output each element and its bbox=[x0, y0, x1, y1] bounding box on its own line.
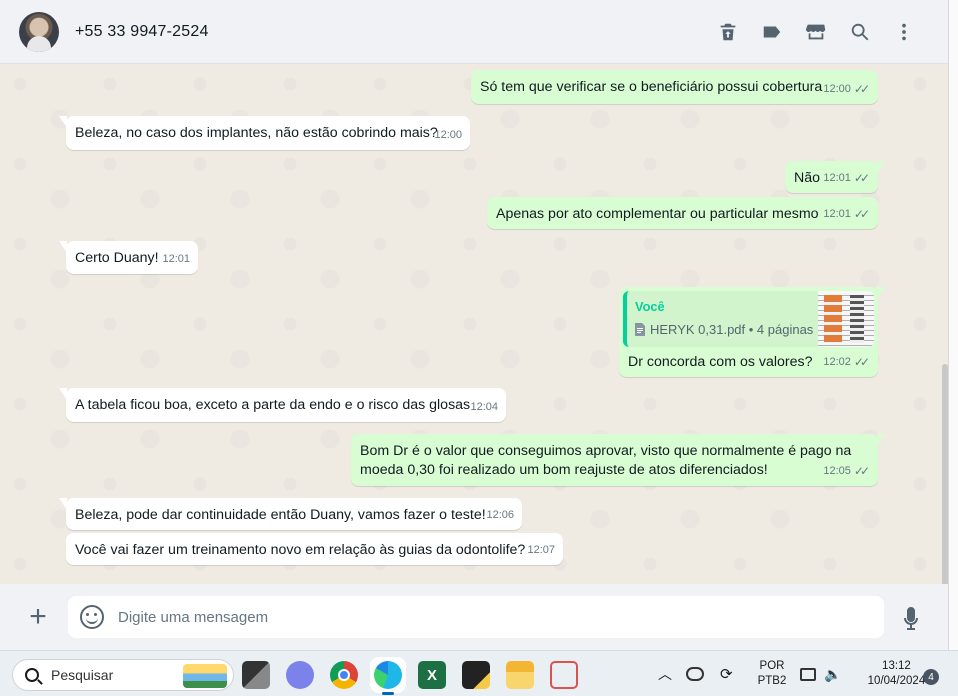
message-meta: 12:01 ✓✓ bbox=[823, 169, 870, 188]
read-receipt-icon: ✓✓ bbox=[853, 82, 870, 96]
snipping-tool-icon[interactable] bbox=[550, 661, 578, 689]
message-composer: + bbox=[0, 584, 948, 650]
message-input[interactable] bbox=[118, 608, 818, 626]
notification-badge[interactable]: 4 bbox=[923, 669, 939, 685]
message-text: Dr concorda com os valores? bbox=[628, 354, 813, 370]
document-thumbnail bbox=[818, 291, 874, 347]
trash-button[interactable] bbox=[706, 12, 750, 52]
contact-avatar[interactable] bbox=[19, 11, 59, 52]
message-text: Beleza, no caso dos implantes, não estão… bbox=[75, 125, 438, 141]
language-code: POR bbox=[759, 660, 785, 672]
more-options-button[interactable] bbox=[882, 12, 926, 52]
read-receipt-icon: ✓✓ bbox=[853, 464, 870, 478]
message-text: Apenas por ato complementar ou particula… bbox=[496, 206, 819, 222]
message-text: Certo Duany! bbox=[75, 250, 159, 266]
chrome-icon[interactable] bbox=[330, 661, 358, 689]
input-language[interactable]: POR PTB2 bbox=[750, 659, 794, 689]
message-time: 12:00 bbox=[823, 83, 851, 95]
chevron-up-icon[interactable]: ︿ bbox=[656, 664, 674, 684]
message-meta: 12:00 ✓✓ bbox=[823, 80, 870, 99]
message-text: Você vai fazer um treinamento novo em re… bbox=[75, 542, 526, 558]
trash-icon bbox=[720, 23, 736, 41]
search-icon bbox=[25, 668, 39, 682]
excel-icon[interactable]: X bbox=[418, 661, 446, 689]
message-bubble-incoming[interactable]: Você vai fazer um treinamento novo em re… bbox=[66, 533, 563, 565]
windows-taskbar: Pesquisar X ︿ ⟳ POR PTB2 🔈 13:12 10/04/2… bbox=[0, 650, 958, 696]
clock-date: 10/04/2024 bbox=[867, 675, 926, 687]
more-options-icon bbox=[902, 23, 906, 41]
task-view-icon[interactable] bbox=[242, 661, 270, 689]
message-time: 12:01 bbox=[162, 253, 190, 265]
volume-icon[interactable]: 🔈 bbox=[824, 666, 841, 683]
message-list[interactable]: Só tem que verificar se o beneficiário p… bbox=[0, 64, 948, 584]
store-button[interactable] bbox=[794, 12, 838, 52]
message-bubble-incoming[interactable]: A tabela ficou boa, exceto a parte da en… bbox=[59, 388, 506, 422]
message-meta: 12:01 bbox=[162, 250, 190, 269]
message-text: Beleza, pode dar continuidade então Duan… bbox=[75, 507, 486, 523]
store-icon bbox=[805, 24, 826, 40]
message-meta: 12:00 bbox=[434, 126, 462, 145]
read-receipt-icon: ✓✓ bbox=[853, 207, 870, 221]
search-highlight-image bbox=[183, 664, 227, 688]
read-receipt-icon: ✓✓ bbox=[853, 355, 870, 369]
message-bubble-outgoing[interactable]: Não 12:01 ✓✓ bbox=[785, 161, 885, 193]
message-bubble-incoming[interactable]: Beleza, no caso dos implantes, não estão… bbox=[59, 116, 470, 150]
quote-file-name: HERYK 0,31.pdf • 4 páginas bbox=[650, 322, 814, 337]
message-bubble-incoming[interactable]: Certo Duany! 12:01 bbox=[59, 241, 198, 274]
message-time: 12:06 bbox=[486, 509, 514, 521]
voice-message-button[interactable] bbox=[896, 604, 926, 634]
message-meta: 12:02 ✓✓ bbox=[823, 353, 870, 372]
keyboard-layout: PTB2 bbox=[757, 675, 787, 687]
message-meta: 12:05 ✓✓ bbox=[823, 462, 870, 481]
read-receipt-icon: ✓✓ bbox=[853, 171, 870, 185]
message-text: Bom Dr é o valor que conseguimos aprovar… bbox=[360, 443, 852, 478]
message-bubble-incoming[interactable]: Beleza, pode dar continuidade então Duan… bbox=[59, 498, 522, 530]
attach-button[interactable]: + bbox=[18, 597, 58, 637]
message-bubble-outgoing[interactable]: Bom Dr é o valor que conseguimos aprovar… bbox=[351, 434, 885, 486]
message-text: Não bbox=[794, 170, 821, 186]
quoted-document[interactable]: Você HERYK 0,31.pdf • 4 páginas bbox=[623, 291, 874, 347]
teams-icon[interactable] bbox=[286, 661, 314, 689]
microphone-icon bbox=[904, 607, 918, 630]
clock[interactable]: 13:12 10/04/2024 bbox=[863, 659, 929, 689]
label-icon bbox=[763, 26, 781, 38]
system-tray: ︿ ⟳ POR PTB2 🔈 13:12 10/04/2024 bbox=[656, 651, 929, 696]
message-bubble-outgoing[interactable]: Só tem que verificar se o beneficiário p… bbox=[471, 70, 878, 104]
message-text: Só tem que verificar se o beneficiário p… bbox=[480, 79, 823, 95]
message-meta: 12:07 bbox=[527, 541, 555, 560]
message-time: 12:01 bbox=[823, 172, 851, 184]
message-time: 12:04 bbox=[470, 401, 498, 413]
message-input-box[interactable] bbox=[68, 596, 884, 638]
label-button[interactable] bbox=[750, 12, 794, 52]
header-actions bbox=[706, 0, 926, 64]
cloud-sync-icon[interactable] bbox=[686, 667, 704, 681]
document-icon bbox=[635, 323, 645, 336]
display-icon[interactable] bbox=[800, 667, 816, 681]
message-meta: 12:04 bbox=[470, 398, 498, 417]
clock-time: 13:12 bbox=[882, 660, 911, 672]
message-time: 12:01 bbox=[823, 208, 851, 220]
window-edge bbox=[948, 0, 958, 650]
emoji-icon[interactable] bbox=[80, 605, 104, 629]
message-time: 12:07 bbox=[527, 544, 555, 556]
file-explorer-icon[interactable] bbox=[506, 661, 534, 689]
message-bubble-outgoing[interactable]: Você HERYK 0,31.pdf • 4 páginas Dr conco… bbox=[619, 287, 885, 377]
message-bubble-outgoing[interactable]: Apenas por ato complementar ou particula… bbox=[487, 197, 878, 229]
message-meta: 12:06 bbox=[486, 506, 514, 525]
search-icon bbox=[851, 23, 869, 41]
chat-header: +55 33 9947-2524 bbox=[0, 0, 948, 64]
message-time: 12:02 bbox=[823, 356, 851, 368]
plus-icon: + bbox=[29, 600, 47, 633]
refresh-icon[interactable]: ⟳ bbox=[720, 665, 738, 683]
search-button[interactable] bbox=[838, 12, 882, 52]
contact-name[interactable]: +55 33 9947-2524 bbox=[75, 23, 209, 41]
message-meta: 12:01 ✓✓ bbox=[823, 205, 870, 224]
message-time: 12:05 bbox=[823, 465, 851, 477]
message-time: 12:00 bbox=[434, 129, 462, 141]
taskbar-search[interactable]: Pesquisar bbox=[12, 659, 234, 691]
edge-icon[interactable] bbox=[374, 661, 402, 695]
taskbar-search-label: Pesquisar bbox=[51, 667, 114, 683]
message-text: A tabela ficou boa, exceto a parte da en… bbox=[75, 397, 471, 413]
sticky-notes-icon[interactable] bbox=[462, 661, 490, 689]
